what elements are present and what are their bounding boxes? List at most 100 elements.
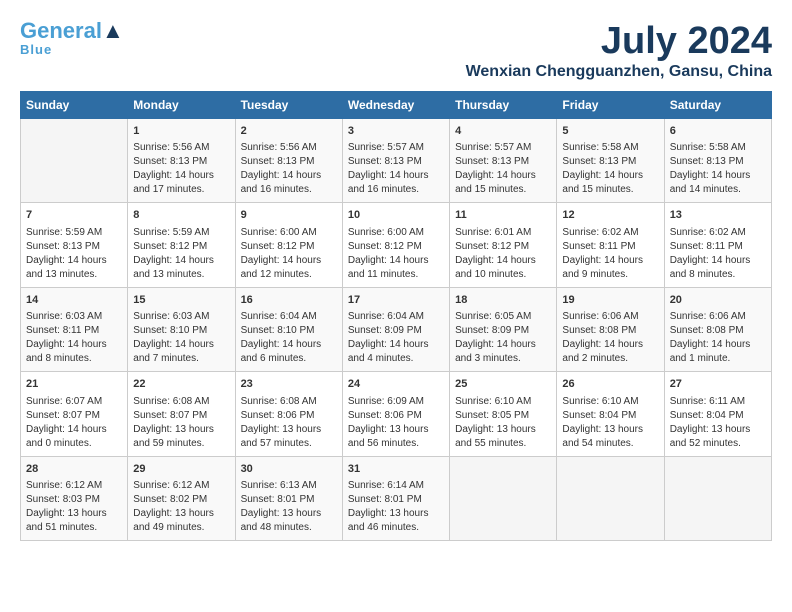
day-info: Sunrise: 6:05 AM Sunset: 8:09 PM Dayligh… <box>455 310 551 366</box>
calendar-table: SundayMondayTuesdayWednesdayThursdayFrid… <box>20 91 772 541</box>
logo-general: General <box>20 18 102 43</box>
day-info: Sunrise: 6:10 AM Sunset: 8:05 PM Dayligh… <box>455 395 551 451</box>
day-info: Sunrise: 5:59 AM Sunset: 8:13 PM Dayligh… <box>26 226 122 282</box>
day-number: 16 <box>241 293 337 308</box>
day-info: Sunrise: 5:57 AM Sunset: 8:13 PM Dayligh… <box>455 141 551 197</box>
day-info: Sunrise: 6:04 AM Sunset: 8:10 PM Dayligh… <box>241 310 337 366</box>
day-info: Sunrise: 6:07 AM Sunset: 8:07 PM Dayligh… <box>26 395 122 451</box>
calendar-cell: 18Sunrise: 6:05 AM Sunset: 8:09 PM Dayli… <box>450 287 557 371</box>
day-info: Sunrise: 6:11 AM Sunset: 8:04 PM Dayligh… <box>670 395 766 451</box>
calendar-cell: 17 Sunrise: 6:04 AM Sunset: 8:09 PM Dayli… <box>342 287 449 371</box>
calendar-cell <box>557 456 664 540</box>
day-info: Sunrise: 5:58 AM Sunset: 8:13 PM Dayligh… <box>562 141 658 197</box>
day-info: Sunrise: 5:57 AM Sunset: 8:13 PM Dayligh… <box>348 141 444 197</box>
day-number: 13 <box>670 208 766 223</box>
day-number: 19 <box>562 293 658 308</box>
calendar-cell: 1Sunrise: 5:56 AM Sunset: 8:13 PM Daylig… <box>128 119 235 203</box>
calendar-cell: 13Sunrise: 6:02 AM Sunset: 8:11 PM Dayli… <box>664 203 771 287</box>
calendar-cell: 24Sunrise: 6:09 AM Sunset: 8:06 PM Dayli… <box>342 372 449 456</box>
day-number: 28 <box>26 462 122 477</box>
day-number: 26 <box>562 377 658 392</box>
weekday-header: Saturday <box>664 92 771 119</box>
day-number: 6 <box>670 124 766 139</box>
calendar-cell <box>664 456 771 540</box>
day-info: Sunrise: 6:06 AM Sunset: 8:08 PM Dayligh… <box>562 310 658 366</box>
calendar-cell: 23Sunrise: 6:08 AM Sunset: 8:06 PM Dayli… <box>235 372 342 456</box>
day-number: 23 <box>241 377 337 392</box>
calendar-cell: 2 Sunrise: 5:56 AM Sunset: 8:13 PM Daylig… <box>235 119 342 203</box>
day-number: 17 <box>348 293 444 308</box>
day-info: Sunrise: 5:59 AM Sunset: 8:12 PM Dayligh… <box>133 226 229 282</box>
calendar-cell: 27 Sunrise: 6:11 AM Sunset: 8:04 PM Dayli… <box>664 372 771 456</box>
day-number: 22 <box>133 377 229 392</box>
day-info: Sunrise: 5:56 AM Sunset: 8:13 PM Dayligh… <box>133 141 229 197</box>
calendar-cell: 21Sunrise: 6:07 AM Sunset: 8:07 PM Dayli… <box>21 372 128 456</box>
day-info: Sunrise: 6:13 AM Sunset: 8:01 PM Dayligh… <box>241 479 337 535</box>
day-info: Sunrise: 6:02 AM Sunset: 8:11 PM Dayligh… <box>562 226 658 282</box>
day-number: 9 <box>241 208 337 223</box>
day-number: 8 <box>133 208 229 223</box>
day-info: Sunrise: 6:06 AM Sunset: 8:08 PM Dayligh… <box>670 310 766 366</box>
day-number: 27 <box>670 377 766 392</box>
day-info: Sunrise: 5:56 AM Sunset: 8:13 PM Dayligh… <box>241 141 337 197</box>
calendar-cell: 7 Sunrise: 5:59 AM Sunset: 8:13 PM Daylig… <box>21 203 128 287</box>
calendar-week-row: 14 Sunrise: 6:03 AM Sunset: 8:11 PM Dayli… <box>21 287 772 371</box>
day-number: 5 <box>562 124 658 139</box>
calendar-cell: 15 Sunrise: 6:03 AM Sunset: 8:10 PM Dayli… <box>128 287 235 371</box>
day-number: 29 <box>133 462 229 477</box>
calendar-week-row: 21Sunrise: 6:07 AM Sunset: 8:07 PM Dayli… <box>21 372 772 456</box>
day-info: Sunrise: 6:03 AM Sunset: 8:11 PM Dayligh… <box>26 310 122 366</box>
weekday-header: Wednesday <box>342 92 449 119</box>
weekday-header: Friday <box>557 92 664 119</box>
logo-text: General▲ <box>20 20 124 42</box>
day-number: 14 <box>26 293 122 308</box>
day-number: 10 <box>348 208 444 223</box>
logo-blue: Blue <box>20 42 52 57</box>
calendar-week-row: 1Sunrise: 5:56 AM Sunset: 8:13 PM Daylig… <box>21 119 772 203</box>
calendar-cell: 30Sunrise: 6:13 AM Sunset: 8:01 PM Dayli… <box>235 456 342 540</box>
calendar-cell: 19 Sunrise: 6:06 AM Sunset: 8:08 PM Dayli… <box>557 287 664 371</box>
calendar-cell: 11Sunrise: 6:01 AM Sunset: 8:12 PM Dayli… <box>450 203 557 287</box>
day-info: Sunrise: 6:12 AM Sunset: 8:03 PM Dayligh… <box>26 479 122 535</box>
day-number: 12 <box>562 208 658 223</box>
calendar-cell: 20 Sunrise: 6:06 AM Sunset: 8:08 PM Dayli… <box>664 287 771 371</box>
day-info: Sunrise: 6:04 AM Sunset: 8:09 PM Dayligh… <box>348 310 444 366</box>
month-title: July 2024 <box>466 20 772 63</box>
calendar-cell: 14 Sunrise: 6:03 AM Sunset: 8:11 PM Dayli… <box>21 287 128 371</box>
day-info: Sunrise: 6:00 AM Sunset: 8:12 PM Dayligh… <box>241 226 337 282</box>
day-number: 31 <box>348 462 444 477</box>
page-header: General▲ Blue July 2024 Wenxian Chenggua… <box>20 20 772 81</box>
calendar-cell: 9 Sunrise: 6:00 AM Sunset: 8:12 PM Daylig… <box>235 203 342 287</box>
day-info: Sunrise: 6:03 AM Sunset: 8:10 PM Dayligh… <box>133 310 229 366</box>
calendar-cell: 3 Sunrise: 5:57 AM Sunset: 8:13 PM Daylig… <box>342 119 449 203</box>
day-info: Sunrise: 6:00 AM Sunset: 8:12 PM Dayligh… <box>348 226 444 282</box>
day-info: Sunrise: 6:14 AM Sunset: 8:01 PM Dayligh… <box>348 479 444 535</box>
calendar-cell: 12 Sunrise: 6:02 AM Sunset: 8:11 PM Dayli… <box>557 203 664 287</box>
calendar-cell <box>450 456 557 540</box>
day-info: Sunrise: 5:58 AM Sunset: 8:13 PM Dayligh… <box>670 141 766 197</box>
day-number: 2 <box>241 124 337 139</box>
calendar-week-row: 7 Sunrise: 5:59 AM Sunset: 8:13 PM Daylig… <box>21 203 772 287</box>
day-info: Sunrise: 6:10 AM Sunset: 8:04 PM Dayligh… <box>562 395 658 451</box>
day-number: 3 <box>348 124 444 139</box>
day-number: 11 <box>455 208 551 223</box>
calendar-cell: 5 Sunrise: 5:58 AM Sunset: 8:13 PM Daylig… <box>557 119 664 203</box>
calendar-cell: 26 Sunrise: 6:10 AM Sunset: 8:04 PM Dayli… <box>557 372 664 456</box>
weekday-header: Tuesday <box>235 92 342 119</box>
day-info: Sunrise: 6:12 AM Sunset: 8:02 PM Dayligh… <box>133 479 229 535</box>
calendar-week-row: 28 Sunrise: 6:12 AM Sunset: 8:03 PM Dayli… <box>21 456 772 540</box>
calendar-cell: 25Sunrise: 6:10 AM Sunset: 8:05 PM Dayli… <box>450 372 557 456</box>
logo: General▲ Blue <box>20 20 124 57</box>
day-number: 15 <box>133 293 229 308</box>
day-number: 20 <box>670 293 766 308</box>
calendar-cell: 29 Sunrise: 6:12 AM Sunset: 8:02 PM Dayli… <box>128 456 235 540</box>
title-block: July 2024 Wenxian Chengguanzhen, Gansu, … <box>466 20 772 81</box>
weekday-header-row: SundayMondayTuesdayWednesdayThursdayFrid… <box>21 92 772 119</box>
calendar-cell: 28 Sunrise: 6:12 AM Sunset: 8:03 PM Dayli… <box>21 456 128 540</box>
calendar-cell: 10 Sunrise: 6:00 AM Sunset: 8:12 PM Dayli… <box>342 203 449 287</box>
weekday-header: Monday <box>128 92 235 119</box>
calendar-cell: 16 Sunrise: 6:04 AM Sunset: 8:10 PM Dayli… <box>235 287 342 371</box>
day-number: 7 <box>26 208 122 223</box>
day-number: 4 <box>455 124 551 139</box>
weekday-header: Sunday <box>21 92 128 119</box>
